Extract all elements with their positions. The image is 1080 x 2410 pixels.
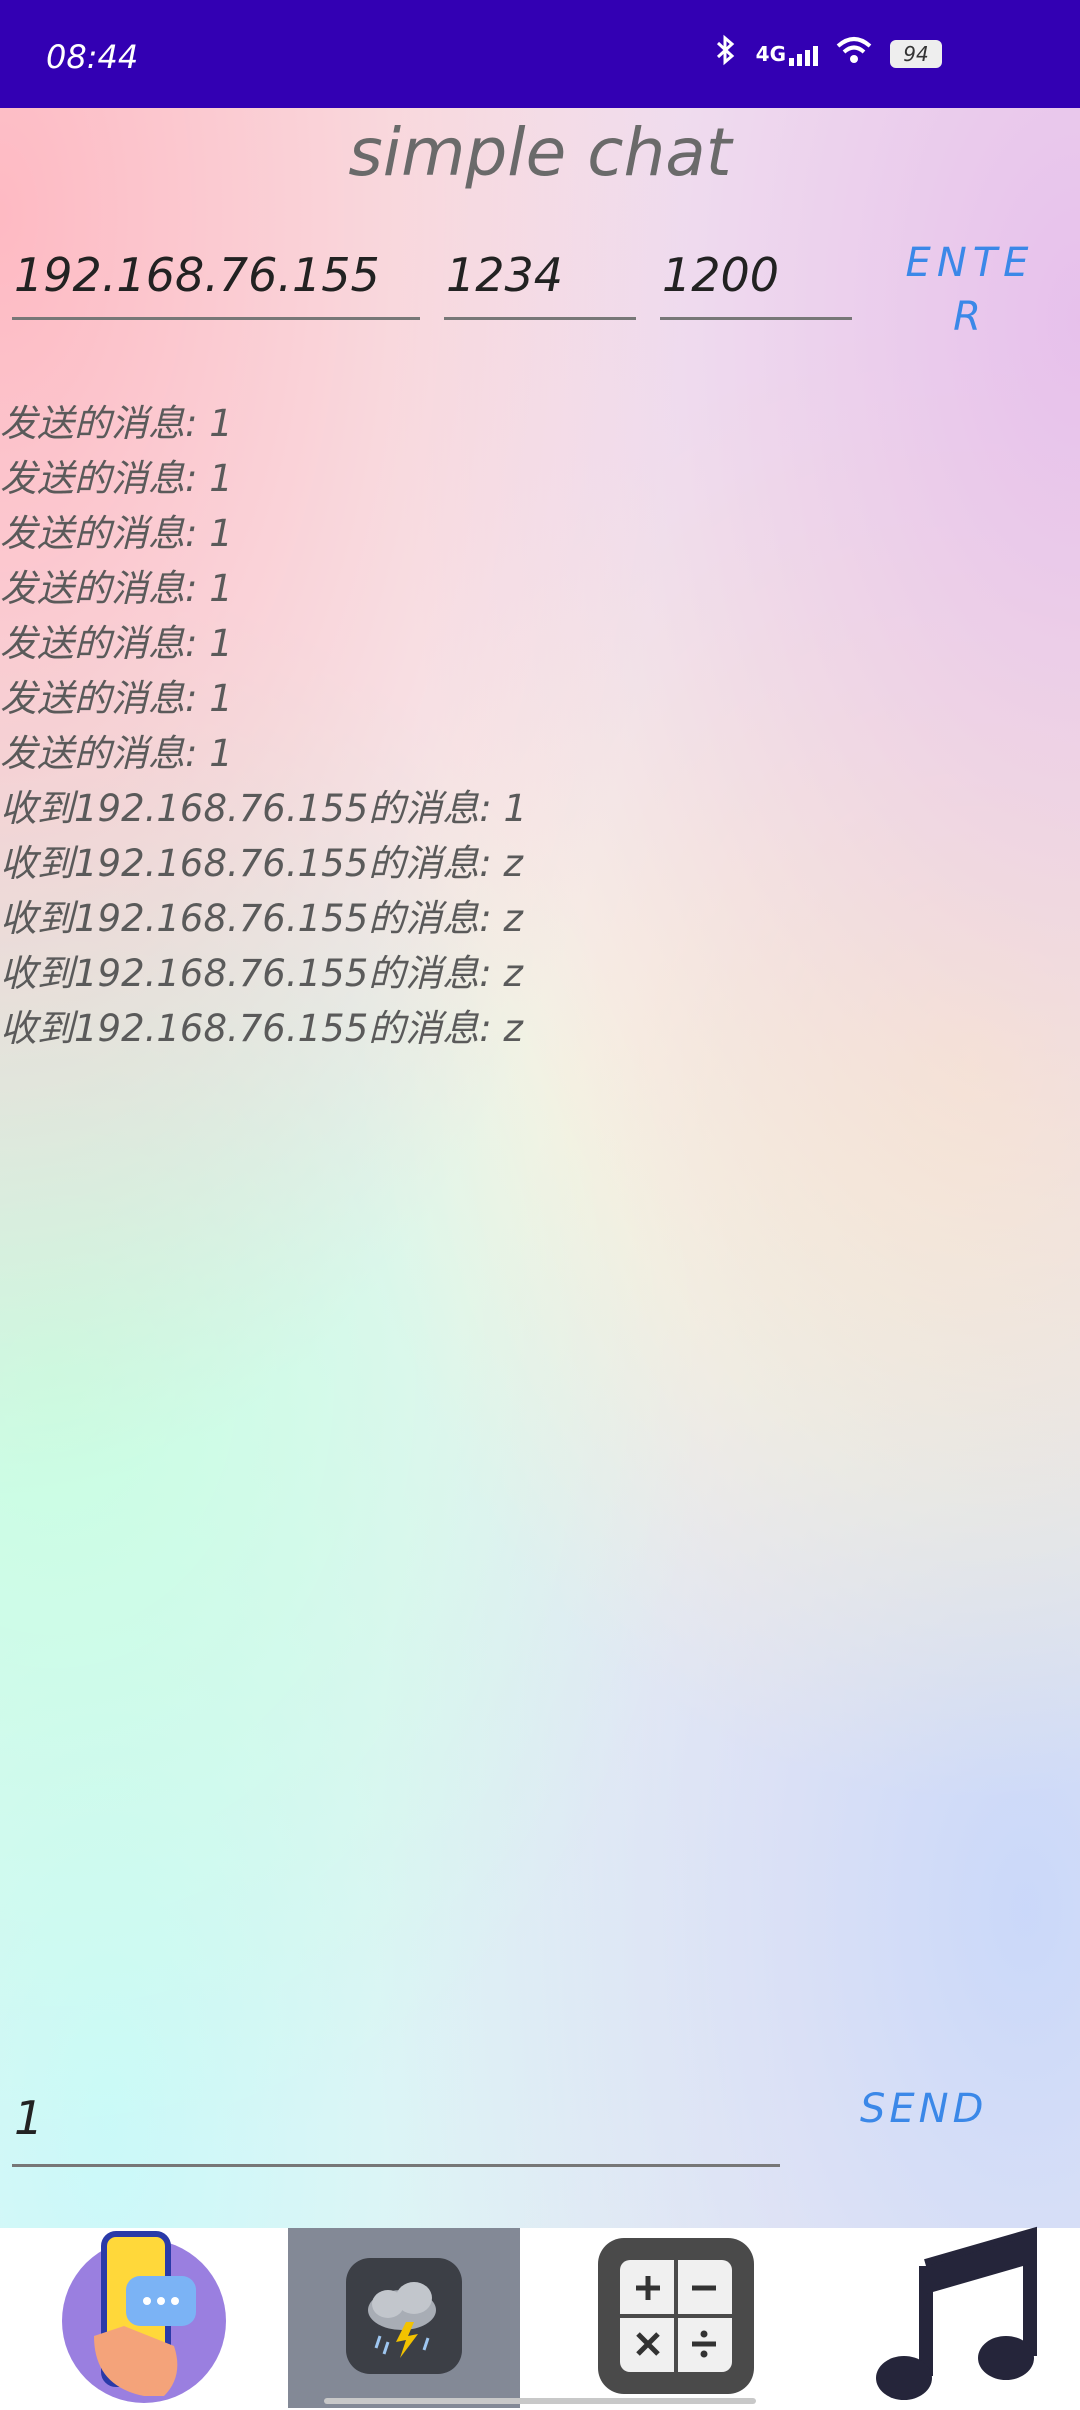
message-item: 收到192.168.76.155的消息: z [0, 842, 523, 885]
chat-screen: simple chat ENTER 发送的消息: 1 发送的消息: 1 发送的消… [0, 108, 1080, 2228]
message-item: 收到192.168.76.155的消息: 1 [0, 787, 527, 830]
message-item: 发送的消息: 1 [0, 567, 233, 610]
status-bar: 08:44 4G 94 [0, 0, 1080, 108]
message-item: 发送的消息: 1 [0, 402, 233, 445]
nav-chat[interactable] [0, 2228, 288, 2408]
chat-app-icon [54, 2226, 234, 2410]
message-item: 收到192.168.76.155的消息: z [0, 952, 523, 995]
port-input[interactable] [444, 232, 636, 320]
network-type-label: 4G [755, 42, 786, 66]
ip-address-input[interactable] [12, 232, 420, 320]
message-item: 发送的消息: 1 [0, 457, 233, 500]
enter-button[interactable]: ENTER [890, 236, 1050, 356]
home-indicator[interactable] [324, 2398, 756, 2404]
nav-weather[interactable] [288, 2228, 520, 2408]
cellular-signal-icon: 4G [756, 42, 818, 66]
message-item: 发送的消息: 1 [0, 732, 233, 775]
message-item: 发送的消息: 1 [0, 677, 233, 720]
music-app-icon [868, 2226, 1048, 2410]
buffer-size-input[interactable] [660, 232, 852, 320]
message-list: 发送的消息: 1 发送的消息: 1 发送的消息: 1 发送的消息: 1 发送的消… [0, 396, 527, 1056]
app-title: simple chat [348, 114, 732, 191]
status-icons: 4G 94 [714, 34, 942, 74]
nav-music[interactable] [836, 2226, 1080, 2410]
wifi-icon [836, 36, 872, 72]
message-item: 收到192.168.76.155的消息: z [0, 1007, 523, 1050]
message-item: 收到192.168.76.155的消息: z [0, 897, 523, 940]
nav-calculator[interactable] [576, 2228, 776, 2408]
bluetooth-icon [714, 34, 738, 74]
calculator-app-icon [596, 2236, 756, 2400]
send-button[interactable]: SEND [860, 2086, 1010, 2146]
bottom-nav [0, 2226, 1080, 2410]
battery-icon: 94 [890, 40, 942, 68]
status-time: 08:44 [46, 38, 139, 76]
message-item: 发送的消息: 1 [0, 512, 233, 555]
message-item: 发送的消息: 1 [0, 622, 233, 665]
weather-app-icon [344, 2256, 464, 2380]
message-input[interactable] [12, 2071, 780, 2167]
